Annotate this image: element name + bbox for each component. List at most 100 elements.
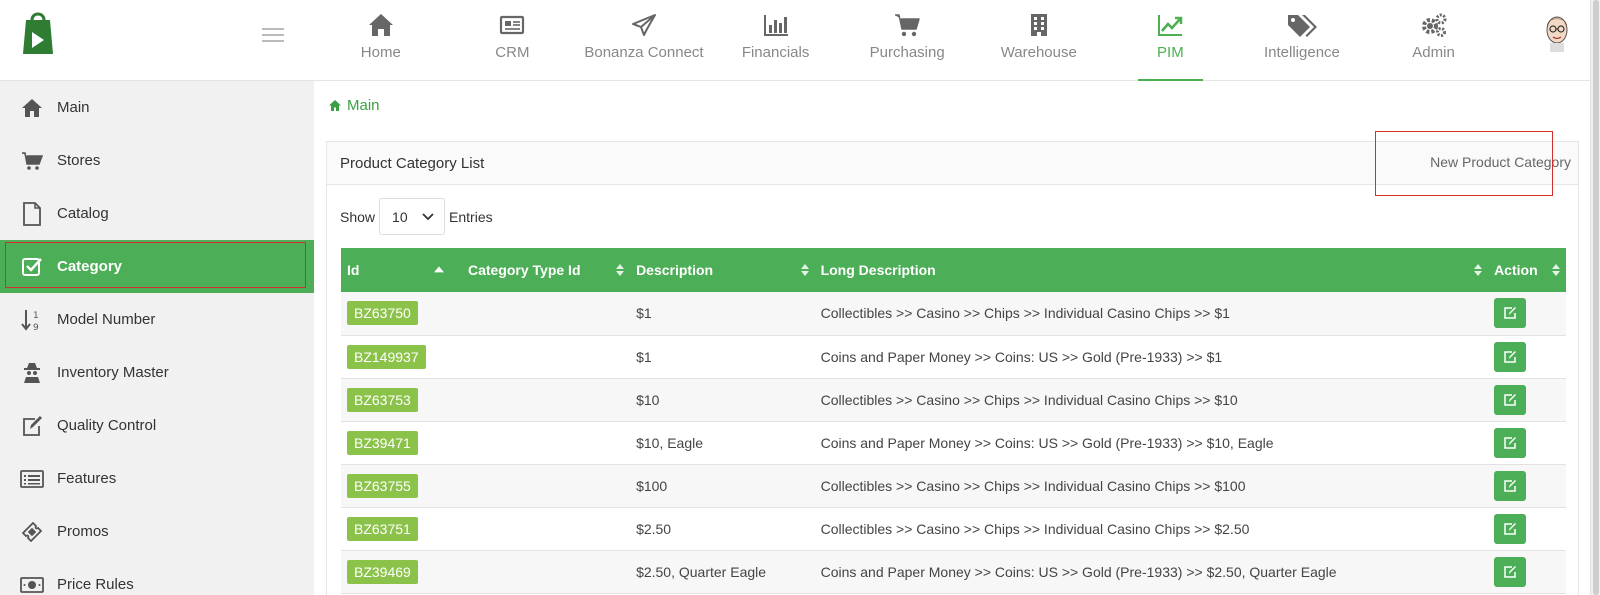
sidebar-item-inventory-master[interactable]: Inventory Master bbox=[0, 346, 314, 399]
table-row: BZ39471 $10, Eagle Coins and Paper Money >… bbox=[341, 421, 1566, 464]
nav-pim[interactable]: PIM bbox=[1105, 0, 1237, 81]
svg-text:1: 1 bbox=[33, 311, 39, 321]
edit-icon bbox=[1504, 479, 1517, 492]
category-id-badge[interactable]: BZ149937 bbox=[347, 344, 426, 369]
edit-icon bbox=[1504, 436, 1517, 449]
sidebar-item-stores[interactable]: Stores bbox=[0, 134, 314, 187]
page-title: Product Category List bbox=[340, 155, 485, 172]
menu-toggle-icon[interactable] bbox=[262, 28, 284, 46]
logo-icon[interactable] bbox=[20, 10, 56, 56]
edit-button[interactable] bbox=[1494, 556, 1527, 587]
edit-icon bbox=[20, 414, 44, 438]
cart-icon bbox=[895, 14, 920, 37]
tags-icon bbox=[1287, 15, 1317, 37]
category-id-badge[interactable]: BZ63755 bbox=[347, 473, 418, 498]
newspaper-icon bbox=[500, 15, 525, 35]
sidebar-item-catalog[interactable]: Catalog bbox=[0, 187, 314, 240]
paper-plane-icon bbox=[631, 14, 656, 36]
nav-warehouse[interactable]: Warehouse bbox=[973, 0, 1105, 81]
cell-long-description: Coins and Paper Money >> Coins: US >> Go… bbox=[820, 348, 1223, 365]
column-header-category-type-id[interactable]: Category Type Id bbox=[462, 248, 630, 292]
gears-icon bbox=[1421, 13, 1447, 37]
edit-button[interactable] bbox=[1494, 298, 1527, 329]
sort-icon bbox=[616, 264, 625, 276]
sidebar-item-category[interactable]: Category bbox=[0, 240, 314, 293]
home-icon bbox=[329, 100, 341, 111]
cell-action bbox=[1488, 464, 1566, 507]
sidebar-item-model-number[interactable]: 19 Model Number bbox=[0, 293, 314, 346]
nav-crm[interactable]: CRM bbox=[447, 0, 579, 81]
edit-button[interactable] bbox=[1494, 470, 1527, 501]
column-header-long-description[interactable]: Long Description bbox=[815, 248, 1488, 292]
nav-financials[interactable]: Financials bbox=[710, 0, 842, 81]
new-product-category-button[interactable]: New Product Category bbox=[1430, 154, 1578, 170]
user-secret-icon bbox=[20, 361, 44, 385]
cell-long-description: Coins and Paper Money >> Coins: US >> Go… bbox=[820, 563, 1337, 580]
sidebar-item-quality-control[interactable]: Quality Control bbox=[0, 399, 314, 452]
highlight-box bbox=[5, 242, 306, 288]
nav-label: Intelligence bbox=[1264, 44, 1340, 61]
category-id-badge[interactable]: BZ39469 bbox=[347, 559, 418, 584]
panel-header: Product Category List New Product Catego… bbox=[327, 131, 1578, 196]
column-header-action[interactable]: Action bbox=[1488, 248, 1566, 292]
nav-purchasing[interactable]: Purchasing bbox=[841, 0, 973, 81]
sidebar-item-label: Category bbox=[57, 258, 123, 275]
breadcrumb-label: Main bbox=[347, 97, 380, 114]
cell-description: $1 bbox=[636, 348, 652, 365]
entries-select[interactable]: 10 bbox=[379, 198, 446, 235]
home-icon bbox=[20, 96, 44, 120]
breadcrumb[interactable]: Main bbox=[328, 97, 380, 114]
table-row: BZ63750 $1 Collectibles >> Casino >> Chips… bbox=[341, 292, 1566, 335]
category-list-panel: Product Category List New Product Catego… bbox=[326, 131, 1579, 595]
cell-description: $10, Eagle bbox=[636, 434, 704, 451]
scrollbar-thumb[interactable] bbox=[1593, 0, 1599, 595]
nav-label: Financials bbox=[741, 44, 810, 61]
nav-bonanza-connect[interactable]: Bonanza Connect bbox=[578, 0, 710, 81]
cell-long-description: Coins and Paper Money >> Coins: US >> Go… bbox=[820, 434, 1274, 451]
svg-text:9: 9 bbox=[33, 323, 39, 332]
ticket-icon bbox=[20, 520, 44, 544]
header-label: Category Type Id bbox=[467, 262, 581, 278]
sidebar-item-price-rules[interactable]: Price Rules bbox=[0, 558, 314, 595]
sidebar-item-main[interactable]: Main bbox=[0, 81, 314, 134]
avatar[interactable] bbox=[1542, 12, 1572, 52]
cell-category-type-id bbox=[462, 292, 630, 335]
nav-label: PIM bbox=[1157, 44, 1184, 61]
cell-action bbox=[1488, 421, 1566, 464]
cell-action bbox=[1488, 292, 1566, 335]
cell-id: BZ63751 bbox=[341, 507, 462, 550]
page-scrollbar[interactable] bbox=[1590, 0, 1600, 595]
sidebar-item-features[interactable]: Features bbox=[0, 452, 314, 505]
cell-id: BZ39469 bbox=[341, 550, 462, 593]
cell-id: BZ63753 bbox=[341, 378, 462, 421]
edit-button[interactable] bbox=[1494, 427, 1527, 458]
top-bar: Home CRM Bonanza Connect Financials Purc… bbox=[0, 0, 1590, 81]
edit-button[interactable] bbox=[1494, 341, 1527, 372]
show-label: Show bbox=[340, 208, 376, 225]
cell-description: $100 bbox=[636, 477, 668, 494]
nav-admin[interactable]: Admin bbox=[1368, 0, 1500, 81]
header-label: Id bbox=[347, 262, 360, 278]
money-icon bbox=[20, 573, 44, 595]
category-id-badge[interactable]: BZ39471 bbox=[347, 430, 418, 455]
nav-label: Bonanza Connect bbox=[584, 44, 704, 61]
cell-id: BZ149937 bbox=[341, 335, 462, 378]
sidebar-item-promos[interactable]: Promos bbox=[0, 505, 314, 558]
column-header-description[interactable]: Description bbox=[630, 248, 815, 292]
category-id-badge[interactable]: BZ63751 bbox=[347, 516, 418, 541]
cell-long-description: Collectibles >> Casino >> Chips >> Indiv… bbox=[820, 391, 1238, 408]
category-id-badge[interactable]: BZ63753 bbox=[347, 387, 418, 412]
column-header-id[interactable]: Id bbox=[341, 248, 462, 292]
sidebar: Main Stores Catalog Category 19 Model Nu… bbox=[0, 81, 314, 595]
edit-button[interactable] bbox=[1494, 513, 1527, 544]
cell-action bbox=[1488, 507, 1566, 550]
category-id-badge[interactable]: BZ63750 bbox=[347, 301, 418, 326]
building-icon bbox=[1030, 14, 1047, 36]
edit-icon bbox=[1504, 350, 1517, 363]
nav-intelligence[interactable]: Intelligence bbox=[1236, 0, 1368, 81]
sidebar-item-label: Inventory Master bbox=[57, 364, 169, 381]
sort-icon bbox=[800, 264, 809, 276]
edit-button[interactable] bbox=[1494, 384, 1527, 415]
nav-home[interactable]: Home bbox=[315, 0, 447, 81]
cell-description: $10 bbox=[636, 391, 660, 408]
